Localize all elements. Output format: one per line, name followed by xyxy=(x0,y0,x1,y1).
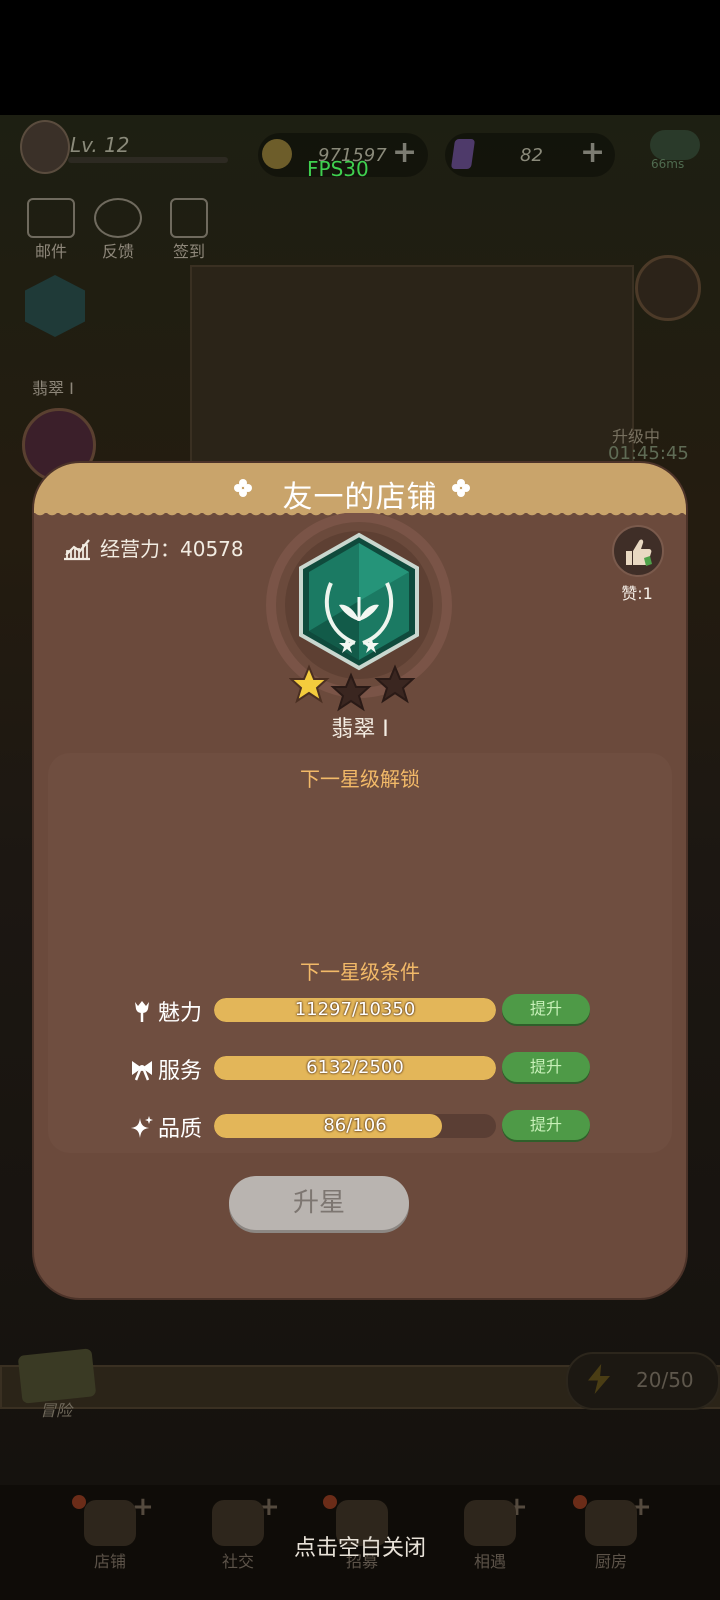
condition-row: 品质 86/106 提升 xyxy=(130,1109,610,1145)
thumbs-up-icon xyxy=(626,539,652,566)
star-filled-icon xyxy=(289,664,330,704)
boost-charm-button[interactable]: 提升 xyxy=(502,994,590,1024)
checkin-button[interactable]: 签到 xyxy=(170,198,208,262)
power-label: 经营力：40578 xyxy=(100,537,244,561)
progress-value: 11297/10350 xyxy=(294,999,416,1020)
progress-value: 86/106 xyxy=(323,1115,387,1136)
network-icon xyxy=(650,130,700,160)
chart-icon xyxy=(64,539,90,561)
like-button[interactable] xyxy=(612,525,664,577)
shop-dialog: 友一的店铺 经营力：40578 赞:1 翡翠 I 下一星级解锁 下一星级条件 魅… xyxy=(34,463,686,1298)
adventure-label: 冒险 xyxy=(40,1401,73,1420)
exp-bar xyxy=(68,157,228,163)
condition-name: 服务 xyxy=(158,1059,203,1084)
gem-counter: 82 + xyxy=(445,133,615,177)
next-unlock-title: 下一星级解锁 xyxy=(300,767,420,791)
boost-service-button[interactable]: 提升 xyxy=(502,1052,590,1082)
energy-counter: 20/50 xyxy=(566,1352,720,1410)
condition-row: 魅力 11297/10350 提升 xyxy=(130,993,610,1029)
calendar-icon xyxy=(170,198,208,238)
ping-label: 66ms xyxy=(651,157,685,171)
player-level: Lv. 12 xyxy=(70,133,130,157)
globe-icon xyxy=(94,198,142,238)
book-icon[interactable] xyxy=(635,255,701,321)
condition-name: 魅力 xyxy=(158,1001,203,1026)
coin-icon xyxy=(262,139,292,169)
gem-icon xyxy=(450,139,476,169)
star-empty-icon xyxy=(374,664,416,704)
progress-value: 6132/2500 xyxy=(306,1057,404,1078)
rank-short-label: 翡翠 I xyxy=(32,379,74,398)
rank-name: 翡翠 I xyxy=(331,717,389,742)
like-count: 赞:1 xyxy=(621,584,653,603)
tulip-icon xyxy=(135,1001,149,1022)
upgrade-timer: 01:45:45 xyxy=(608,443,689,464)
map-icon[interactable] xyxy=(17,1348,97,1404)
bow-icon xyxy=(132,1061,152,1081)
condition-name: 品质 xyxy=(158,1117,203,1142)
add-gem-button[interactable]: + xyxy=(580,135,605,170)
boost-quality-button[interactable]: 提升 xyxy=(502,1110,590,1140)
star-rating xyxy=(289,664,416,712)
mail-button[interactable]: 邮件 xyxy=(27,198,75,262)
star-empty-icon xyxy=(330,672,372,712)
close-hint[interactable]: 点击空白关闭 xyxy=(0,1530,720,1562)
fps-counter: FPS30 xyxy=(307,157,369,181)
mail-icon xyxy=(27,198,75,238)
star-panel: 下一星级解锁 下一星级条件 魅力 11297/10350 提升 服务 6132/… xyxy=(48,753,672,1153)
condition-row: 服务 6132/2500 提升 xyxy=(130,1051,610,1087)
add-gold-button[interactable]: + xyxy=(392,135,417,170)
sparkle-icon xyxy=(131,1116,153,1138)
energy-amount: 20/50 xyxy=(636,1368,694,1392)
next-condition-title: 下一星级条件 xyxy=(300,960,420,984)
lightning-icon xyxy=(588,1364,610,1394)
dialog-header: 友一的店铺 xyxy=(34,463,686,521)
gem-amount: 82 xyxy=(520,145,543,166)
avatar[interactable] xyxy=(20,120,70,174)
dialog-title: 友一的店铺 xyxy=(282,480,438,515)
star-up-button[interactable]: 升星 xyxy=(229,1176,409,1230)
feedback-button[interactable]: 反馈 xyxy=(94,198,142,262)
